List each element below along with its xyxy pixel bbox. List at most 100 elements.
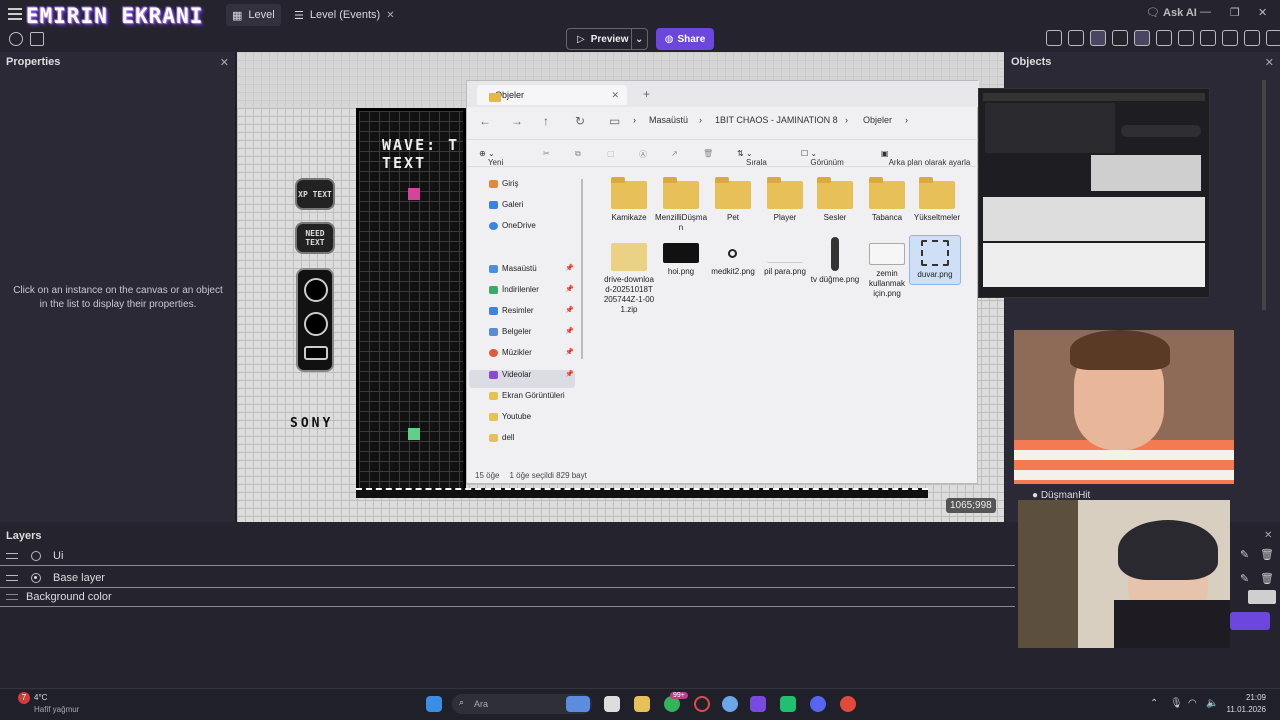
window-close-button[interactable]: ✕ <box>1258 6 1267 19</box>
paste-icon[interactable]: ▢ <box>607 149 615 158</box>
xp-text-object[interactable]: XP TEXT <box>295 178 335 210</box>
file-item[interactable]: Sesler <box>809 177 861 223</box>
sidebar-item-videos[interactable]: Videolar <box>489 370 531 379</box>
trash-icon[interactable]: 🗑 <box>1260 548 1274 561</box>
sidebar-item-onedrive[interactable]: OneDrive <box>489 221 536 230</box>
sidebar-item-gallery[interactable]: Galeri <box>489 200 523 209</box>
maximize-button[interactable]: ❐ <box>1230 6 1240 19</box>
sidebar-item-screenshots[interactable]: Ekran Görüntüleri <box>489 391 565 400</box>
save-icon[interactable] <box>30 32 44 46</box>
minimize-button[interactable]: — <box>1200 6 1211 18</box>
file-item[interactable]: Kamikaze <box>603 177 655 223</box>
enemy-sprite[interactable] <box>408 188 420 200</box>
ask-ai-button[interactable]: 🗨 Ask AI <box>1146 6 1197 19</box>
layer-row-base[interactable]: Base layer <box>0 568 1015 588</box>
file-item[interactable]: hoi.png <box>655 243 707 277</box>
tab-level[interactable]: ▦ Level <box>226 4 281 26</box>
explorer-tab[interactable]: Objeler ✕ <box>477 85 627 105</box>
sidebar-item-documents[interactable]: Belgeler <box>489 327 531 336</box>
chrome-icon[interactable] <box>840 696 856 712</box>
game-floor-strip[interactable] <box>356 488 928 498</box>
close-icon[interactable]: ✕ <box>220 56 229 69</box>
file-item[interactable]: Tabanca <box>861 177 913 223</box>
chevron-down-icon[interactable]: ⌄ <box>635 34 643 45</box>
visibility-icon[interactable] <box>31 551 41 561</box>
sidebar-item-desktop[interactable]: Masaüstü <box>489 264 537 273</box>
new-tab-icon[interactable]: + <box>643 87 650 101</box>
vpn-icon[interactable] <box>722 696 738 712</box>
pin-icon[interactable]: 📌 <box>565 264 574 272</box>
new-button[interactable]: ⊕ Yeni ⌄ <box>479 149 503 167</box>
add-layer-button[interactable] <box>1230 612 1270 630</box>
pin-icon[interactable]: 📌 <box>565 285 574 293</box>
sort-button[interactable]: ⇅ Sırala ⌄ <box>737 149 767 167</box>
file-item[interactable]: drive-download-20251018T205744Z-1-001.zi… <box>603 243 655 315</box>
layer-row-background[interactable]: Background color <box>0 587 1015 607</box>
preview-button[interactable]: ▷ Preview ⌄ <box>566 28 648 50</box>
menu-icon[interactable] <box>8 8 22 20</box>
microphone-icon[interactable]: 🎙 <box>1170 698 1183 709</box>
sidebar-item-music[interactable]: Müzikler <box>489 348 532 357</box>
file-item[interactable]: tv düğme.png <box>809 237 861 285</box>
rename-icon[interactable]: Ⓐ <box>639 149 647 160</box>
close-icon[interactable]: ✕ <box>386 10 394 21</box>
clock-time[interactable]: 21:09 <box>1222 693 1266 702</box>
edit-icon[interactable] <box>1090 30 1106 46</box>
close-icon[interactable]: ✕ <box>611 90 619 101</box>
more-icon[interactable] <box>1266 30 1280 46</box>
file-item-selected[interactable]: duvar.png <box>909 235 961 285</box>
view-button[interactable]: ☐ Görünüm ⌄ <box>801 149 844 167</box>
file-item[interactable]: Yükseltmeler <box>911 177 963 223</box>
wifi-icon[interactable]: ◠ <box>1188 698 1197 709</box>
weather-desc[interactable]: Hafif yağmur <box>34 705 79 714</box>
properties-icon[interactable] <box>1112 30 1128 46</box>
trash-icon[interactable]: 🗑 <box>703 149 713 158</box>
task-view-icon[interactable] <box>604 696 620 712</box>
clock-date[interactable]: 11.01.2026 <box>1222 705 1266 714</box>
delete-icon[interactable] <box>1244 30 1260 46</box>
spotify-icon[interactable] <box>780 696 796 712</box>
cube-icon[interactable] <box>1046 30 1062 46</box>
file-explorer-window[interactable]: Objeler ✕ + ← → ↑ ↻ ▭ › Masaüstü › 1BIT … <box>466 80 979 484</box>
layers-icon[interactable] <box>1134 30 1150 46</box>
undo-icon[interactable] <box>1178 30 1194 46</box>
player-sprite[interactable] <box>408 428 420 440</box>
ui-slot-box[interactable] <box>296 268 334 372</box>
up-icon[interactable]: ↑ <box>543 114 549 128</box>
grid-toggle-icon[interactable] <box>1156 30 1172 46</box>
volume-icon[interactable]: 🔈 <box>1206 698 1218 709</box>
layer-row-ui[interactable]: Ui <box>0 546 1015 566</box>
discord-icon[interactable] <box>810 696 826 712</box>
drag-handle-icon[interactable] <box>6 553 18 559</box>
cut-icon[interactable]: ✂ <box>543 149 550 158</box>
breadcrumb-project[interactable]: 1BIT CHAOS - JAMINATION 8 <box>715 115 838 125</box>
history-icon[interactable] <box>9 32 23 46</box>
breadcrumb-desktop[interactable]: Masaüstü <box>649 115 688 125</box>
wave-text-object[interactable]: WAVE: T TEXT <box>382 136 459 172</box>
forward-icon[interactable]: → <box>511 114 523 128</box>
sidebar-item-youtube[interactable]: Youtube <box>489 412 531 421</box>
share-button[interactable]: ◍ Share <box>656 28 714 50</box>
file-item[interactable]: zemin kullanmak için.png <box>861 243 913 299</box>
drag-handle-icon[interactable] <box>6 575 18 581</box>
file-item[interactable]: Player <box>759 177 811 223</box>
pin-icon[interactable]: 📌 <box>565 370 574 378</box>
edit-icon[interactable]: ✎ <box>1240 548 1249 561</box>
objects-icon[interactable] <box>1068 30 1084 46</box>
file-item[interactable]: MenzilliDüşman <box>655 177 707 233</box>
zoom-icon[interactable] <box>1222 30 1238 46</box>
edit-icon[interactable]: ✎ <box>1240 572 1249 585</box>
trash-icon[interactable]: 🗑 <box>1260 572 1274 585</box>
opera-icon[interactable] <box>694 696 710 712</box>
weather-temp[interactable]: 4°C <box>34 693 47 702</box>
copy-icon[interactable]: ⧉ <box>575 149 581 159</box>
monitor-icon[interactable]: ▭ <box>609 114 620 128</box>
chevron-up-icon[interactable]: ⌃ <box>1150 698 1158 709</box>
tab-level-events[interactable]: ☰ Level (Events) ✕ <box>288 4 401 26</box>
start-icon[interactable] <box>426 696 442 712</box>
share-icon[interactable]: ↗ <box>671 149 678 158</box>
pin-icon[interactable]: 📌 <box>565 348 574 356</box>
visibility-icon[interactable] <box>31 573 41 583</box>
sidebar-item-pictures[interactable]: Resimler <box>489 306 534 315</box>
file-item[interactable]: medkit2.png <box>707 243 759 277</box>
